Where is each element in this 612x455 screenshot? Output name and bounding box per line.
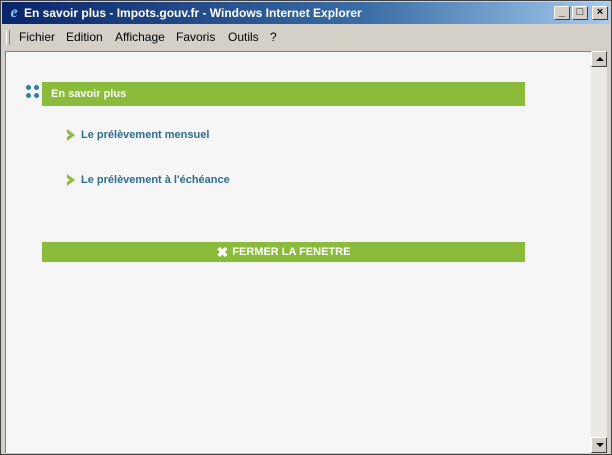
maximize-button[interactable]: □	[572, 6, 588, 20]
chevron-right-icon	[66, 129, 76, 141]
minimize-button[interactable]: _	[554, 6, 570, 20]
link-label: Le prélèvement mensuel	[81, 129, 210, 141]
four-dots-icon	[26, 85, 40, 99]
menu-affichage[interactable]: Affichage	[113, 27, 167, 47]
link-label: Le prélèvement à l'échéance	[81, 174, 230, 186]
arrow-up-icon	[596, 57, 604, 61]
close-window-button[interactable]: ×	[592, 6, 608, 20]
menu-edition[interactable]: Edition	[64, 27, 105, 47]
close-button-label: FERMER LA FENETRE	[232, 246, 351, 258]
section-header: En savoir plus	[42, 82, 525, 106]
menu-help[interactable]: ?	[268, 27, 279, 47]
page-content: En savoir plus Le prélèvement mensuel Le…	[5, 51, 592, 453]
title-bar[interactable]: e En savoir plus - Impots.gouv.fr - Wind…	[2, 2, 610, 24]
scroll-up-button[interactable]	[591, 51, 607, 67]
menu-bar: Fichier Edition Affichage Favoris Outils…	[2, 27, 610, 47]
scroll-down-button[interactable]	[591, 437, 607, 453]
close-window-page-button[interactable]: ✖ FERMER LA FENETRE	[42, 242, 525, 262]
menu-fichier[interactable]: Fichier	[17, 27, 57, 47]
chevron-right-icon	[66, 174, 76, 186]
menu-favoris[interactable]: Favoris	[174, 27, 217, 47]
close-x-icon: ✖	[216, 244, 229, 260]
vertical-scrollbar[interactable]	[591, 51, 607, 453]
menubar-grip[interactable]	[6, 30, 10, 45]
arrow-down-icon	[596, 443, 604, 447]
menu-outils[interactable]: Outils	[226, 27, 261, 47]
window-title: En savoir plus - Impots.gouv.fr - Window…	[24, 6, 362, 20]
browser-window: e En savoir plus - Impots.gouv.fr - Wind…	[0, 0, 612, 455]
ie-logo-icon: e	[10, 4, 18, 21]
